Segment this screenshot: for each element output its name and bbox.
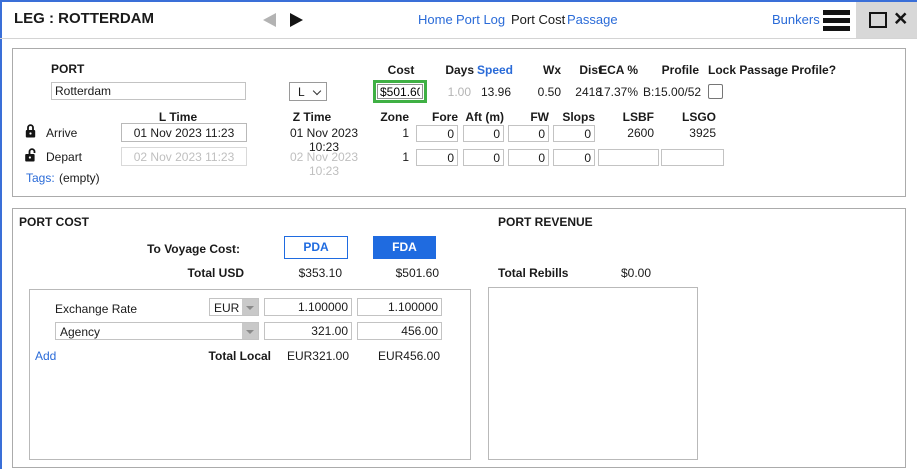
arrive-zone: 1 xyxy=(369,126,409,140)
depart-ltime-input[interactable] xyxy=(121,147,247,166)
arrive-lsgo: 3925 xyxy=(656,126,716,140)
currency-dropdown[interactable]: EUR xyxy=(209,298,259,316)
titlebar-divider xyxy=(0,38,917,39)
lsbf-header: LSBF xyxy=(594,110,654,124)
arrive-slops-input[interactable] xyxy=(553,125,595,142)
maximize-button[interactable] xyxy=(869,12,887,28)
fda-button[interactable]: FDA xyxy=(373,236,436,259)
eca-header: ECA % xyxy=(578,63,638,77)
cost-item-dropdown-arrow-icon xyxy=(242,323,258,339)
port-revenue-title: PORT REVENUE xyxy=(498,215,593,229)
z-time-header: Z Time xyxy=(272,110,352,124)
depart-fore-input[interactable] xyxy=(416,149,458,166)
total-local-pda: EUR321.00 xyxy=(249,349,349,363)
depart-lsbf-input[interactable] xyxy=(598,149,659,166)
profile-header: Profile xyxy=(639,63,699,77)
depart-lock-open-icon[interactable] xyxy=(24,147,39,163)
depart-label: Depart xyxy=(46,150,82,164)
total-usd-label: Total USD xyxy=(94,266,244,280)
window-border-top xyxy=(0,0,917,2)
arrive-aft-input[interactable] xyxy=(463,125,504,142)
line-fda-input[interactable] xyxy=(357,322,442,340)
profile-value: B:15.00/52 xyxy=(643,85,707,99)
total-usd-pda: $353.10 xyxy=(242,266,342,280)
currency-dropdown-arrow-icon xyxy=(242,299,258,315)
to-voyage-cost-label: To Voyage Cost: xyxy=(90,242,240,256)
zone-header: Zone xyxy=(369,110,409,124)
close-button[interactable]: × xyxy=(894,5,907,31)
aft-header: Aft (m) xyxy=(463,110,504,124)
currency-value: EUR xyxy=(214,301,239,315)
slops-header: Slops xyxy=(553,110,595,124)
lsgo-header: LSGO xyxy=(656,110,716,124)
total-local-fda: EUR456.00 xyxy=(340,349,440,363)
port-type-dropdown[interactable]: L xyxy=(289,82,327,101)
port-name-input[interactable] xyxy=(51,82,246,100)
rate-fda-input[interactable] xyxy=(357,298,442,316)
depart-slops-input[interactable] xyxy=(553,149,595,166)
fw-header: FW xyxy=(508,110,549,124)
cost-item-value: Agency xyxy=(60,325,100,339)
arrive-ltime-input[interactable] xyxy=(121,123,247,142)
arrive-fore-input[interactable] xyxy=(416,125,458,142)
menu-icon[interactable] xyxy=(823,10,850,34)
prev-leg-arrow-icon[interactable] xyxy=(263,13,276,27)
port-label: PORT xyxy=(51,62,84,76)
leg-window: LEG : ROTTERDAM Home Port Log Port Cost … xyxy=(0,0,917,476)
arrive-label: Arrive xyxy=(46,126,77,140)
chevron-down-icon xyxy=(313,87,321,95)
tab-port-cost-active[interactable]: Port Cost xyxy=(511,12,565,27)
bunkers-link[interactable]: Bunkers xyxy=(772,12,820,27)
next-leg-arrow-icon[interactable] xyxy=(290,13,303,27)
line-pda-input[interactable] xyxy=(264,322,352,340)
total-rebills-value: $0.00 xyxy=(621,266,651,280)
tab-passage[interactable]: Passage xyxy=(567,12,618,27)
add-link[interactable]: Add xyxy=(35,349,56,363)
tags-value: (empty) xyxy=(59,171,100,185)
page-title: LEG : ROTTERDAM xyxy=(14,10,154,27)
depart-lsgo-input[interactable] xyxy=(661,149,724,166)
exchange-rate-label: Exchange Rate xyxy=(55,302,137,316)
port-panel: PORT L Cost Days Speed Wx Dist ECA % Pro… xyxy=(12,48,906,197)
lock-passage-header: Lock Passage Profile? xyxy=(708,63,838,77)
depart-fw-input[interactable] xyxy=(508,149,549,166)
depart-zone: 1 xyxy=(369,150,409,164)
depart-aft-input[interactable] xyxy=(463,149,504,166)
tab-port-log[interactable]: Port Log xyxy=(456,12,505,27)
arrive-lsbf: 2600 xyxy=(594,126,654,140)
pda-button[interactable]: PDA xyxy=(284,236,348,259)
depart-ztime: 02 Nov 2023 10:23 xyxy=(276,150,372,178)
total-usd-fda: $501.60 xyxy=(339,266,439,280)
window-border-left xyxy=(0,0,2,469)
arrive-lock-closed-icon[interactable] xyxy=(24,123,37,139)
total-rebills-label: Total Rebills xyxy=(498,266,568,280)
eca-value: 17.37% xyxy=(578,85,638,99)
port-type-value: L xyxy=(298,85,305,99)
l-time-header: L Time xyxy=(138,110,218,124)
tab-home[interactable]: Home xyxy=(418,12,453,27)
tags-link[interactable]: Tags: xyxy=(26,171,55,185)
rate-pda-input[interactable] xyxy=(264,298,352,316)
local-cost-box: Exchange Rate EUR Agency Add Total Local… xyxy=(29,289,471,460)
cost-item-dropdown[interactable]: Agency xyxy=(55,322,259,340)
arrive-fw-input[interactable] xyxy=(508,125,549,142)
port-revenue-box xyxy=(488,287,698,460)
lock-passage-checkbox[interactable] xyxy=(708,84,723,99)
port-cost-panel: PORT COST To Voyage Cost: PDA FDA Total … xyxy=(12,208,906,468)
port-cost-title: PORT COST xyxy=(19,215,89,229)
